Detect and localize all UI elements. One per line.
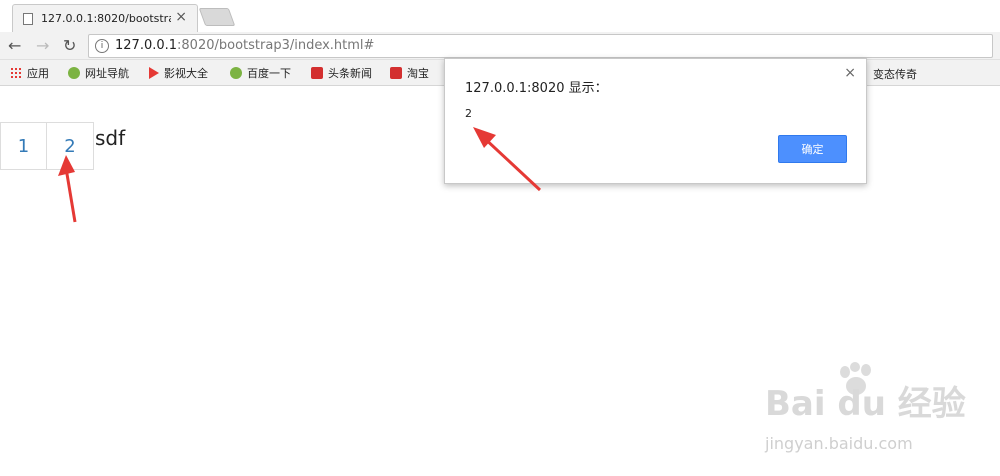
bookmark-label: 头条新闻 xyxy=(328,67,372,80)
browser-tab[interactable]: 127.0.0.1:8020/bootstrap3/index.html# × xyxy=(12,4,198,32)
ok-button[interactable]: 确定 xyxy=(778,135,847,163)
tab-title: 127.0.0.1:8020/bootstrap3/index.html# xyxy=(41,12,171,25)
browser-toolbar: ← → ↻ i 127.0.0.1:8020/bootstrap3/index.… xyxy=(0,32,1000,60)
watermark-url: jingyan.baidu.com xyxy=(765,434,913,453)
bookmark-video[interactable]: 影视大全 xyxy=(149,65,208,81)
url-host: 127.0.0.1 xyxy=(115,38,178,53)
address-bar[interactable]: i 127.0.0.1:8020/bootstrap3/index.html# xyxy=(88,34,993,58)
back-arrow-icon[interactable]: ← xyxy=(8,36,21,55)
bookmark-news[interactable]: 头条新闻 xyxy=(311,65,372,81)
dialog-title: 127.0.0.1:8020 显示： xyxy=(465,81,608,96)
taobao-icon xyxy=(390,67,402,79)
baidu-watermark: Bai du 经验 jingyan.baidu.com xyxy=(765,362,995,456)
document-icon xyxy=(23,13,33,25)
bookmark-taobao[interactable]: 淘宝 xyxy=(390,65,429,81)
play-icon xyxy=(149,67,159,79)
bookmark-apps[interactable]: 应用 xyxy=(10,65,49,81)
site-icon xyxy=(68,67,80,79)
page-link-2[interactable]: 2 xyxy=(47,122,94,170)
apps-grid-icon xyxy=(10,67,22,79)
page-link-1[interactable]: 1 xyxy=(0,122,47,170)
bookmark-game[interactable]: 变态传奇 xyxy=(873,66,917,82)
reload-icon[interactable]: ↻ xyxy=(63,36,76,55)
close-icon[interactable]: × xyxy=(844,65,856,81)
tab-strip: 127.0.0.1:8020/bootstrap3/index.html# × xyxy=(0,0,1000,32)
dialog-message: 2 xyxy=(465,107,472,120)
bookmark-label: 网址导航 xyxy=(85,67,129,80)
site-icon xyxy=(230,67,242,79)
info-icon[interactable]: i xyxy=(95,39,109,53)
bookmark-baidu[interactable]: 百度一下 xyxy=(230,65,291,81)
watermark-brand: Bai du 经验 xyxy=(765,384,966,424)
bookmark-label: 百度一下 xyxy=(247,67,291,80)
bookmark-nav[interactable]: 网址导航 xyxy=(68,65,129,81)
forward-arrow-icon[interactable]: → xyxy=(36,36,49,55)
url-text[interactable]: 127.0.0.1:8020/bootstrap3/index.html# xyxy=(115,38,374,53)
page-text: sdf xyxy=(95,126,126,150)
bookmark-label: 淘宝 xyxy=(407,67,429,80)
bookmark-label: 影视大全 xyxy=(164,67,208,80)
bookmark-label: 应用 xyxy=(27,67,49,80)
news-icon xyxy=(311,67,323,79)
alert-dialog: 127.0.0.1:8020 显示： × 2 确定 xyxy=(444,58,867,184)
url-path: :8020/bootstrap3/index.html# xyxy=(177,38,375,53)
pagination: 1 2 xyxy=(0,122,94,170)
new-tab-button[interactable] xyxy=(198,8,236,26)
tab-close-button[interactable]: × xyxy=(175,9,187,25)
